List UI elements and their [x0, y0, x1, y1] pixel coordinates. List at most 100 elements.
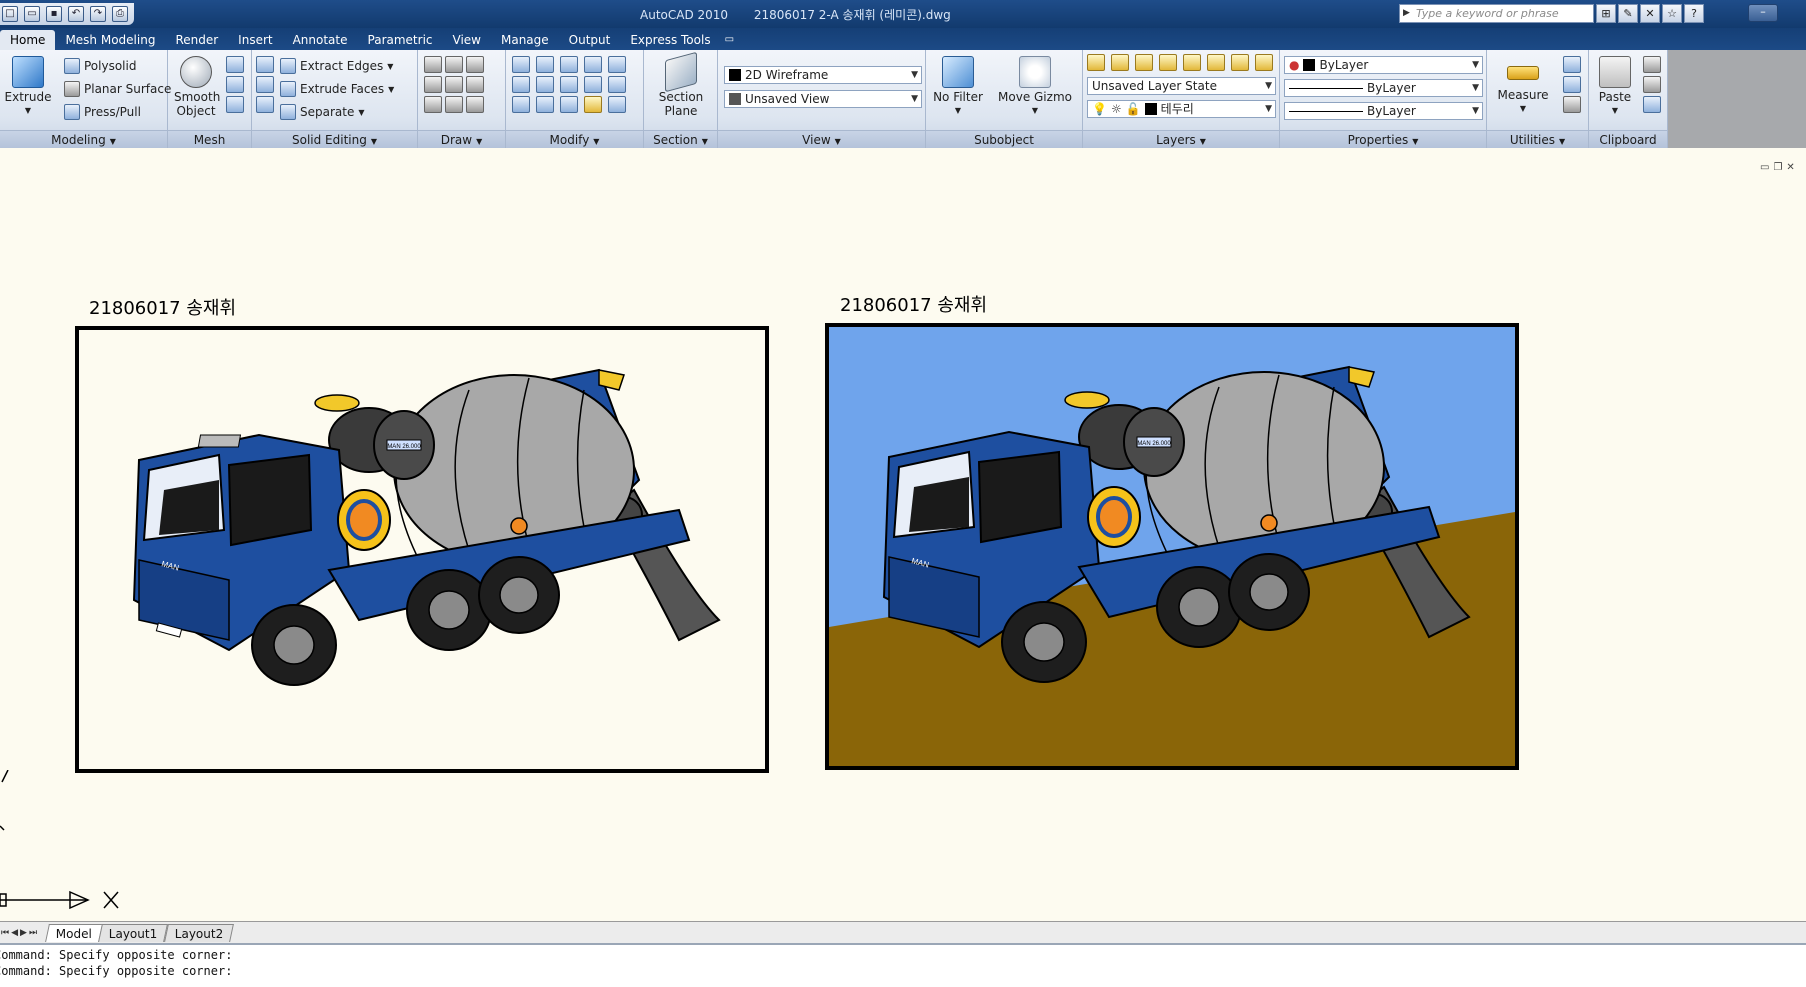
visual-style-select[interactable]: 2D Wireframe ▼ [724, 66, 922, 84]
new-file-icon[interactable]: □ [2, 6, 18, 22]
layer-match-icon[interactable] [1255, 54, 1273, 71]
construction-line-icon[interactable] [445, 76, 463, 93]
truck-drawing-rendered[interactable]: MAN 26.000 MAN [825, 323, 1519, 770]
intersect-icon[interactable] [256, 96, 274, 113]
layer-freeze-icon[interactable] [1207, 54, 1225, 71]
no-filter-button[interactable]: No Filter ▼ [932, 56, 984, 118]
tab-annotate[interactable]: Annotate [283, 30, 358, 50]
measure-button[interactable]: Measure ▼ [1493, 56, 1553, 116]
tab-express-tools[interactable]: Express Tools [620, 30, 720, 50]
tab-render[interactable]: Render [165, 30, 228, 50]
binoculars-search-icon[interactable]: ⊞ [1596, 4, 1616, 23]
layer-unisolate-icon[interactable] [1159, 54, 1177, 71]
color-select[interactable]: ● ByLayer ▼ [1284, 56, 1483, 74]
tab-mesh-modeling[interactable]: Mesh Modeling [55, 30, 165, 50]
named-view-select[interactable]: Unsaved View ▼ [724, 90, 922, 108]
layer-off-icon[interactable] [1183, 54, 1201, 71]
tab-insert[interactable]: Insert [228, 30, 282, 50]
section-plane-button[interactable]: Section Plane [656, 51, 706, 118]
arc-icon[interactable] [466, 56, 484, 73]
first-layout-icon[interactable]: ⏮ [0, 928, 10, 938]
spline-icon[interactable] [424, 76, 442, 93]
planar-surface-button[interactable]: Planar Surface [64, 79, 171, 99]
viewport-restore-icon[interactable]: ❐ [1773, 162, 1782, 173]
favorites-star-icon[interactable]: ☆ [1662, 4, 1682, 23]
subtract-icon[interactable] [256, 76, 274, 93]
tab-view[interactable]: View [443, 30, 491, 50]
smooth-object-button[interactable]: Smooth Object [174, 56, 220, 118]
plot-icon[interactable]: ⎙ [112, 6, 128, 22]
viewport-minimize-icon[interactable]: ▭ [1760, 162, 1769, 173]
infocenter-search-input[interactable]: ▶ Type a keyword or phrase [1399, 4, 1594, 23]
array-icon[interactable] [536, 76, 554, 93]
tab-home[interactable]: Home [0, 30, 56, 50]
circle-icon[interactable] [466, 76, 484, 93]
tab-manage[interactable]: Manage [491, 30, 559, 50]
last-layout-icon[interactable]: ⏭ [28, 928, 38, 938]
panel-label-solid-editing[interactable]: Solid Editing ▼ [252, 130, 417, 148]
extrude-dropdown-icon[interactable]: ▼ [4, 104, 52, 118]
current-layer-select[interactable]: 💡 ☼ 🔓 테두리 ▼ [1087, 100, 1276, 118]
truck-drawing-plain[interactable]: MAN 26.000 MAN [75, 326, 769, 773]
copy-clip-icon[interactable] [1643, 76, 1661, 93]
extract-edges-button[interactable]: Extract Edges ▼ [280, 56, 393, 76]
line-icon[interactable] [424, 56, 442, 73]
layer-states-icon[interactable] [1111, 54, 1129, 71]
next-layout-icon[interactable]: ▶ [19, 928, 28, 938]
viewport-close-icon[interactable]: ✕ [1786, 162, 1794, 173]
panel-label-mesh[interactable]: Mesh [168, 130, 251, 148]
linetype-select[interactable]: ByLayer ▼ [1284, 79, 1483, 97]
layer-isolate-icon[interactable] [1135, 54, 1153, 71]
point-style-icon[interactable] [1563, 76, 1581, 93]
extrude-button[interactable]: Extrude ▼ [4, 56, 52, 118]
save-icon[interactable]: ▪ [46, 6, 62, 22]
polygon-icon[interactable] [424, 96, 442, 113]
open-file-icon[interactable]: ▭ [24, 6, 40, 22]
mesh-smooth-more-icon[interactable] [226, 56, 244, 73]
tab-layout1[interactable]: Layout1 [98, 923, 169, 942]
cut-icon[interactable] [1643, 56, 1661, 73]
tab-parametric[interactable]: Parametric [358, 30, 443, 50]
panel-label-utilities[interactable]: Utilities ▼ [1487, 130, 1588, 148]
help-icon[interactable]: ? [1684, 4, 1704, 23]
prev-layout-icon[interactable]: ◀ [10, 928, 19, 938]
polysolid-button[interactable]: Polysolid [64, 56, 136, 76]
ribbon-minimize-icon[interactable]: ▭ [721, 30, 738, 50]
panel-label-section[interactable]: Section ▼ [644, 130, 717, 148]
scale-icon[interactable] [512, 56, 530, 73]
undo-icon[interactable]: ↶ [68, 6, 84, 22]
panel-label-layers[interactable]: Layers ▼ [1083, 130, 1279, 148]
match-properties-icon[interactable] [1643, 96, 1661, 113]
3d-rotate-icon[interactable] [560, 76, 578, 93]
mesh-refine-icon[interactable] [226, 96, 244, 113]
layer-state-select[interactable]: Unsaved Layer State ▼ [1087, 77, 1276, 95]
copy-icon[interactable] [584, 56, 602, 73]
union-icon[interactable] [256, 56, 274, 73]
paste-button[interactable]: Paste ▼ [1591, 56, 1639, 118]
subscription-center-icon[interactable]: ✎ [1618, 4, 1638, 23]
search-expand-icon[interactable]: ▶ [1403, 8, 1410, 18]
press-pull-button[interactable]: Press/Pull [64, 102, 141, 122]
panel-label-clipboard[interactable]: Clipboard [1589, 130, 1667, 148]
move-gizmo-button[interactable]: Move Gizmo ▼ [998, 56, 1072, 118]
separate-button[interactable]: Separate ▼ [280, 102, 365, 122]
quick-select-icon[interactable] [1563, 56, 1581, 73]
align-icon[interactable] [536, 96, 554, 113]
panel-label-properties[interactable]: Properties ▼ [1280, 130, 1486, 148]
ellipse-icon[interactable] [466, 96, 484, 113]
explode-icon[interactable] [560, 96, 578, 113]
rectangle-icon[interactable] [445, 96, 463, 113]
mirror-icon[interactable] [512, 76, 530, 93]
redo-icon[interactable]: ↷ [90, 6, 106, 22]
panel-label-modify[interactable]: Modify ▼ [506, 130, 643, 148]
rotate-icon[interactable] [536, 56, 554, 73]
layer-lock-icon[interactable] [1231, 54, 1249, 71]
layer-properties-icon[interactable] [1087, 54, 1105, 71]
minimize-button[interactable]: – [1748, 4, 1778, 22]
mesh-smooth-less-icon[interactable] [226, 76, 244, 93]
stretch-icon[interactable] [584, 76, 602, 93]
panel-label-modeling[interactable]: Modeling ▼ [0, 130, 167, 148]
erase-icon[interactable] [608, 96, 626, 113]
panel-label-view[interactable]: View ▼ [718, 130, 925, 148]
tab-output[interactable]: Output [559, 30, 621, 50]
